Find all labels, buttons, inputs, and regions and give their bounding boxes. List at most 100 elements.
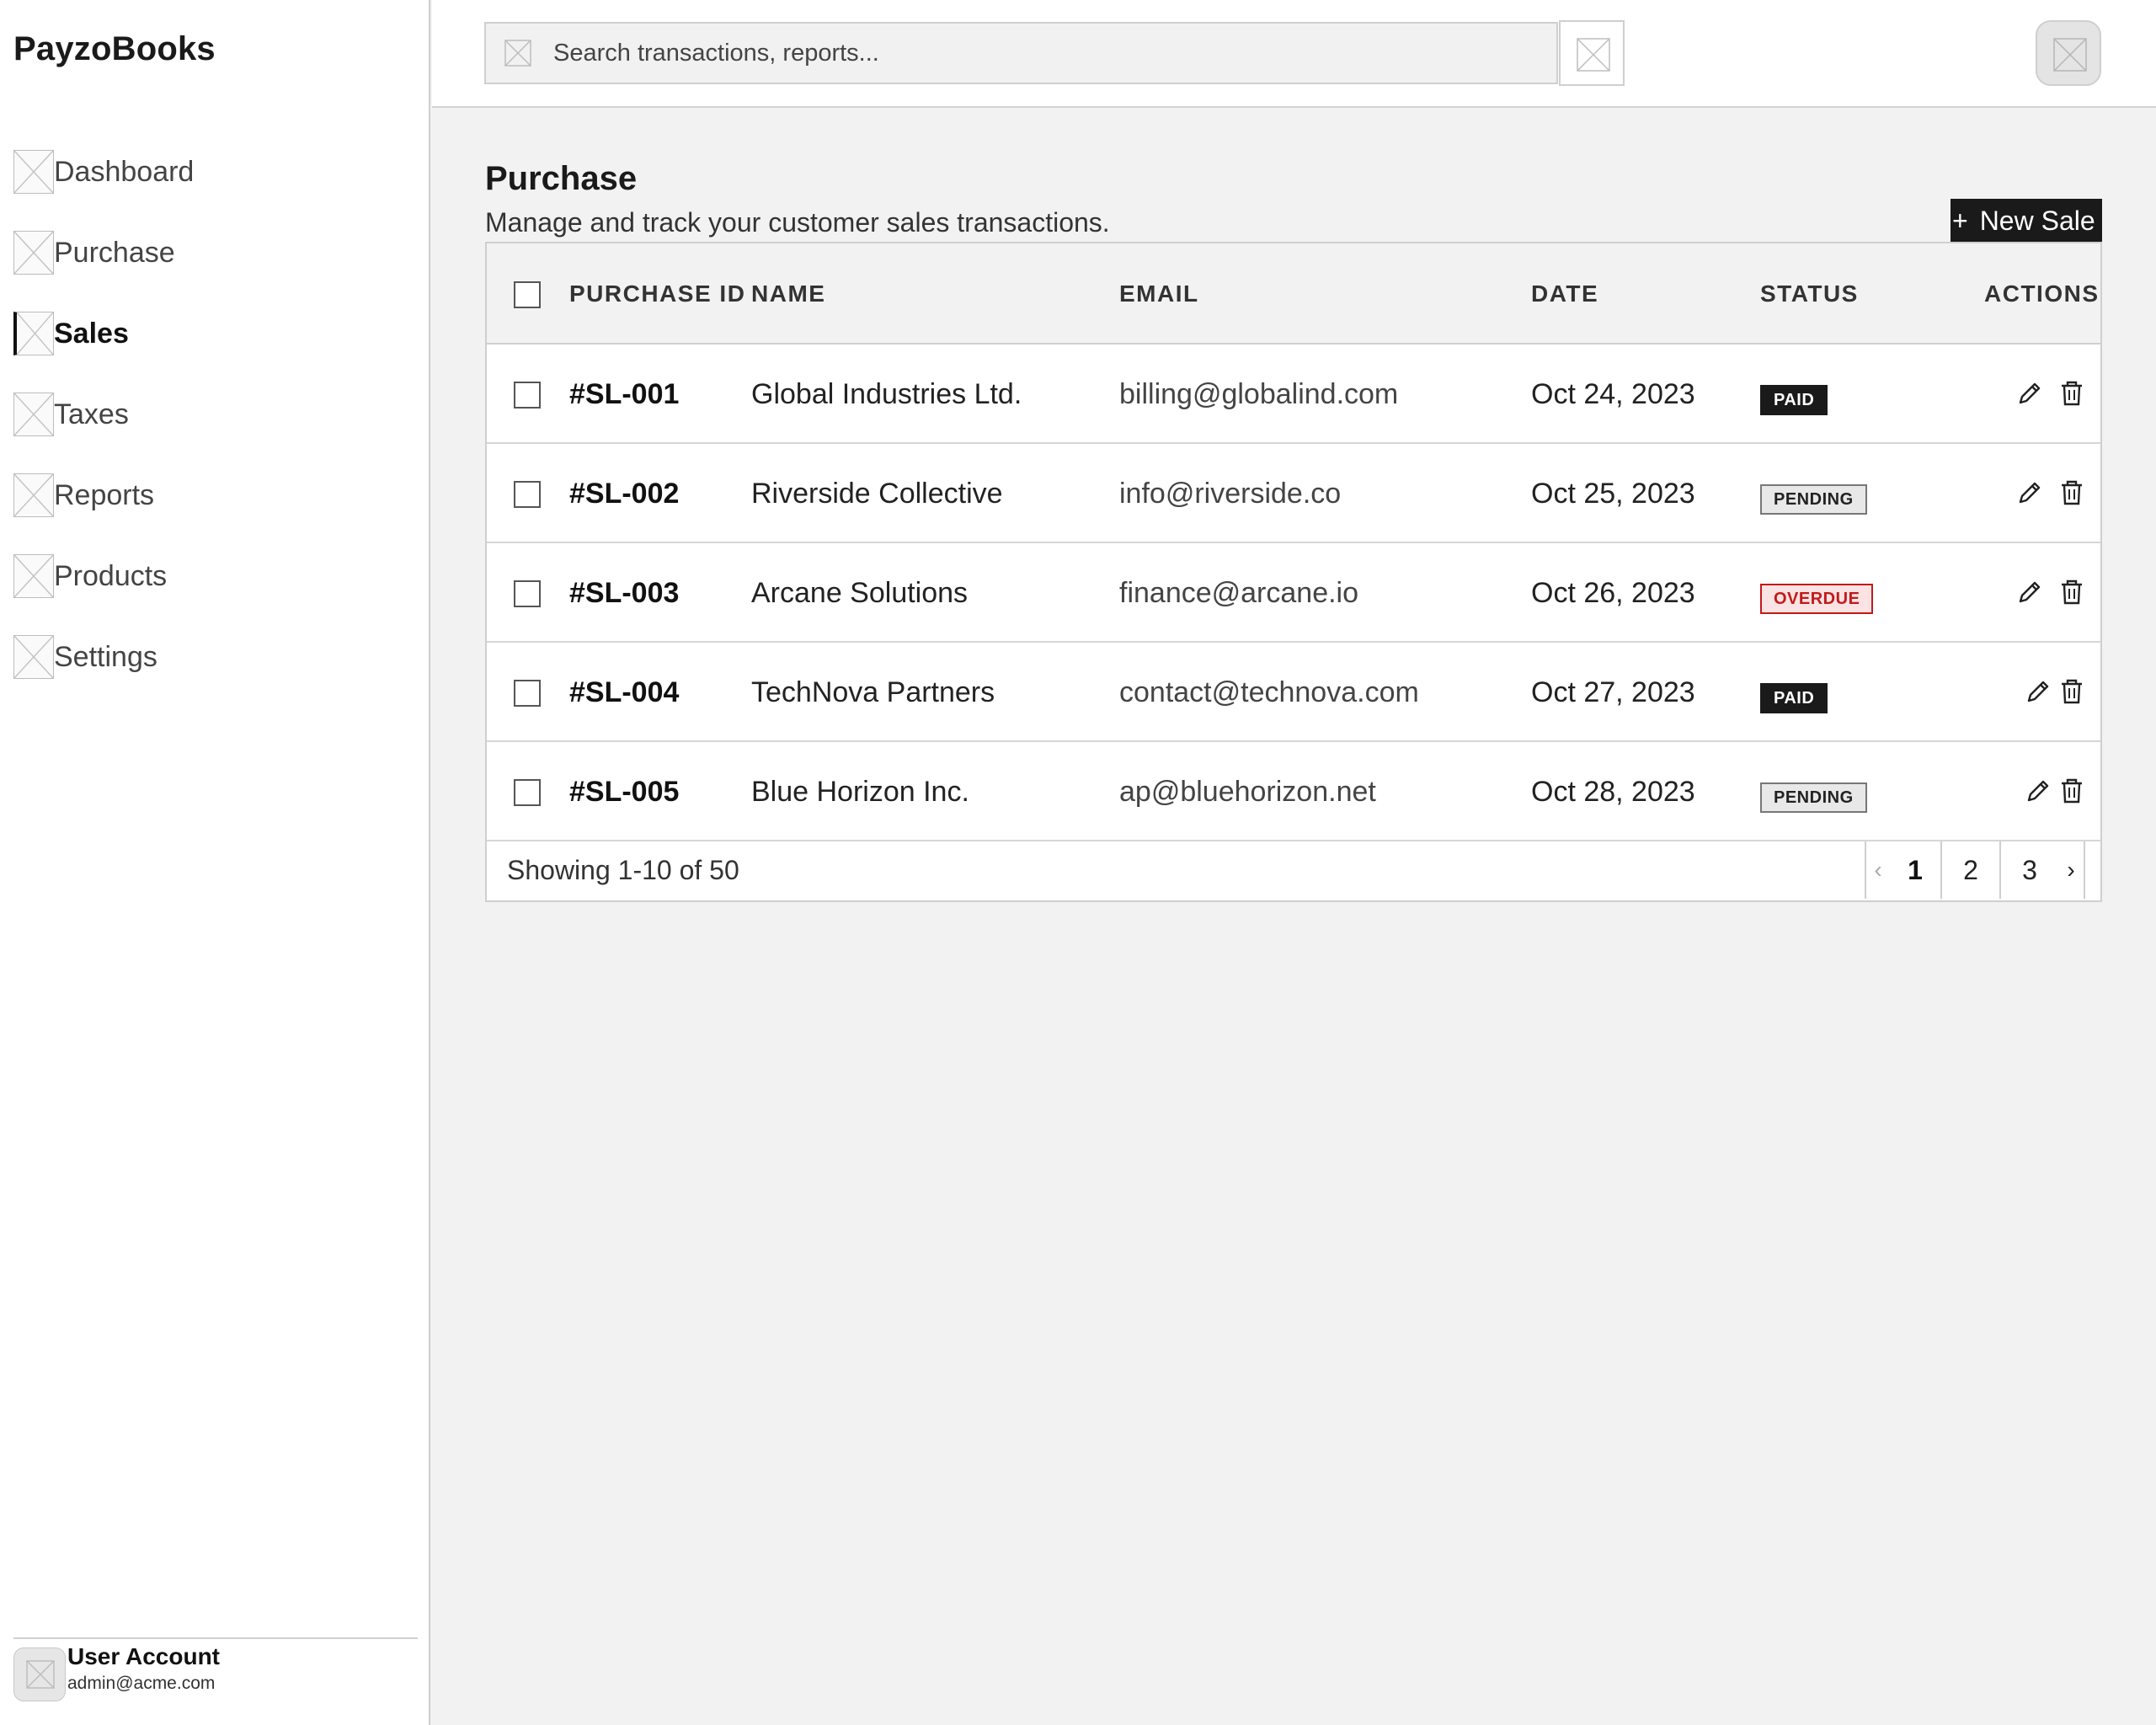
sidebar-item-sales[interactable]: Sales — [13, 307, 418, 360]
table-row[interactable]: #SL-002 Riverside Collective info@rivers… — [487, 444, 2100, 543]
sidebar-item-dashboard[interactable]: Dashboard — [13, 145, 418, 199]
purchase-id[interactable]: #SL-003 — [569, 577, 679, 610]
table-row[interactable]: #SL-003 Arcane Solutions finance@arcane.… — [487, 543, 2100, 643]
next-page-button[interactable]: › — [2058, 841, 2084, 899]
search-bar[interactable] — [484, 22, 1558, 84]
trash-icon — [2062, 679, 2082, 704]
pagination: ‹ 1 2 3 › — [1865, 841, 2085, 899]
avatar[interactable] — [13, 1648, 66, 1701]
sidebar-item-taxes[interactable]: Taxes — [13, 387, 418, 441]
customer-email: contact@technova.com — [1119, 676, 1419, 708]
sidebar-item-reports[interactable]: Reports — [13, 468, 418, 522]
column-header-status[interactable]: STATUS — [1760, 280, 1859, 307]
status-badge: PAID — [1760, 683, 1828, 713]
delete-button[interactable] — [2057, 478, 2087, 508]
sidebar-item-purchase[interactable]: Purchase — [13, 226, 418, 280]
new-sale-label: New Sale — [1979, 206, 2095, 236]
settings-icon — [13, 635, 54, 679]
column-header-purchase-id[interactable]: PURCHASE ID — [569, 280, 745, 307]
table-footer: Showing 1-10 of 50 ‹ 1 2 3 › — [487, 841, 2100, 900]
user-info: User Account admin@acme.com — [67, 1642, 220, 1696]
search-icon — [504, 40, 531, 67]
notifications-icon — [1577, 38, 1610, 72]
page-button-3[interactable]: 3 — [2001, 841, 2058, 899]
purchase-id[interactable]: #SL-005 — [569, 776, 679, 809]
trash-icon — [2062, 579, 2082, 605]
row-checkbox[interactable] — [514, 779, 541, 806]
page-subtitle: Manage and track your customer sales tra… — [485, 207, 1110, 238]
sidebar-item-label: Purchase — [54, 236, 175, 269]
sidebar-item-products[interactable]: Products — [13, 549, 418, 603]
new-sale-button[interactable]: + New Sale — [1951, 199, 2102, 243]
edit-button[interactable] — [2015, 378, 2045, 409]
customer-name: TechNova Partners — [751, 676, 995, 708]
status-badge: OVERDUE — [1760, 584, 1874, 614]
table-row[interactable]: #SL-005 Blue Horizon Inc. ap@bluehorizon… — [487, 742, 2100, 841]
column-header-actions: ACTIONS — [1984, 280, 2100, 307]
purchase-id[interactable]: #SL-002 — [569, 478, 679, 510]
sidebar-item-settings[interactable]: Settings — [13, 630, 418, 684]
table-row[interactable]: #SL-001 Global Industries Ltd. billing@g… — [487, 344, 2100, 444]
column-header-email[interactable]: EMAIL — [1119, 280, 1199, 307]
plus-icon: + — [1952, 206, 1968, 236]
reports-icon — [13, 473, 54, 517]
page-title: Purchase — [485, 160, 638, 197]
status-badge: PENDING — [1760, 782, 1867, 813]
row-checkbox[interactable] — [514, 382, 541, 409]
notifications-button[interactable] — [1559, 20, 1625, 86]
pencil-icon — [2019, 482, 2041, 504]
pencil-icon — [2019, 581, 2041, 603]
search-input[interactable] — [553, 39, 1480, 67]
dashboard-icon — [13, 150, 54, 194]
delete-button[interactable] — [2057, 577, 2087, 607]
transaction-date: Oct 24, 2023 — [1531, 378, 1695, 410]
trash-icon — [2062, 778, 2082, 804]
edit-button[interactable] — [2023, 676, 2053, 707]
customer-name: Blue Horizon Inc. — [751, 776, 969, 808]
table-row[interactable]: #SL-004 TechNova Partners contact@techno… — [487, 643, 2100, 742]
products-icon — [13, 554, 54, 598]
delete-button[interactable] — [2057, 378, 2087, 409]
edit-button[interactable] — [2023, 776, 2053, 806]
user-account-card[interactable]: User Account admin@acme.com — [13, 1637, 418, 1713]
avatar-placeholder-icon — [26, 1660, 55, 1689]
select-all-checkbox[interactable] — [514, 281, 541, 308]
delete-button[interactable] — [2057, 676, 2087, 707]
profile-icon — [2053, 38, 2087, 72]
pencil-icon — [2027, 681, 2049, 702]
profile-button[interactable] — [2036, 20, 2101, 86]
sidebar-item-label: Taxes — [54, 398, 129, 430]
purchase-id[interactable]: #SL-001 — [569, 378, 679, 411]
transaction-date: Oct 28, 2023 — [1531, 776, 1695, 808]
row-checkbox[interactable] — [514, 481, 541, 508]
customer-email: info@riverside.co — [1119, 478, 1342, 510]
pagination-summary: Showing 1-10 of 50 — [507, 855, 739, 885]
column-header-date[interactable]: DATE — [1531, 280, 1598, 307]
customer-name: Arcane Solutions — [751, 577, 969, 609]
customer-name: Global Industries Ltd. — [751, 378, 1022, 410]
page-button-2[interactable]: 2 — [1942, 841, 2001, 899]
brand-logo[interactable]: PayzoBooks — [13, 30, 216, 68]
delete-button[interactable] — [2057, 776, 2087, 806]
pencil-icon — [2019, 382, 2041, 404]
purchase-icon — [13, 231, 54, 275]
edit-button[interactable] — [2015, 577, 2045, 607]
edit-button[interactable] — [2015, 478, 2045, 508]
user-email: admin@acme.com — [67, 1674, 216, 1693]
sidebar-item-label: Products — [54, 559, 168, 592]
purchase-id[interactable]: #SL-004 — [569, 676, 679, 709]
prev-page-button[interactable]: ‹ — [1866, 841, 1890, 899]
sidebar-item-label: Dashboard — [54, 155, 195, 188]
sales-icon — [13, 312, 54, 355]
page-button-1[interactable]: 1 — [1890, 841, 1942, 899]
transaction-date: Oct 26, 2023 — [1531, 577, 1695, 609]
sidebar: PayzoBooks Dashboard Purchase Sales Taxe… — [0, 0, 430, 1725]
column-header-name[interactable]: NAME — [751, 280, 825, 307]
trash-icon — [2062, 480, 2082, 505]
status-badge: PAID — [1760, 385, 1828, 415]
sidebar-item-label: Sales — [54, 317, 129, 350]
sidebar-item-label: Settings — [54, 640, 157, 673]
trash-icon — [2062, 381, 2082, 406]
row-checkbox[interactable] — [514, 580, 541, 607]
row-checkbox[interactable] — [514, 680, 541, 707]
